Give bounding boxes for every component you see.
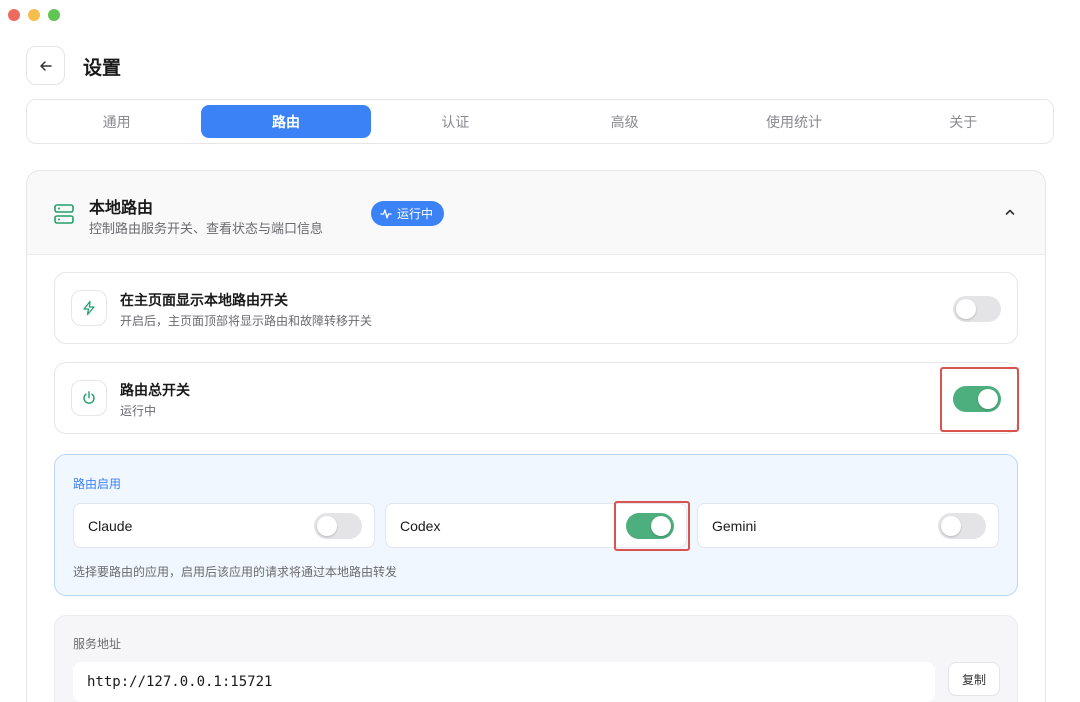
window-controls bbox=[8, 9, 60, 21]
routing-enable-hint: 选择要路由的应用，启用后该应用的请求将通过本地路由转发 bbox=[73, 565, 398, 579]
tab-advanced[interactable]: 高级 bbox=[540, 105, 709, 138]
gemini-toggle[interactable] bbox=[938, 513, 986, 539]
page-title: 设置 bbox=[83, 58, 122, 79]
show-toggle-row: 在主页面显示本地路由开关 开启后，主页面顶部将显示路由和故障转移开关 bbox=[54, 272, 1018, 344]
tab-general[interactable]: 通用 bbox=[32, 105, 201, 138]
tab-usage[interactable]: 使用统计 bbox=[709, 105, 878, 138]
local-routing-panel: 本地路由 控制路由服务开关、查看状态与端口信息 运行中 在主页面显示本地路由开关… bbox=[26, 170, 1046, 702]
tab-routing[interactable]: 路由 bbox=[201, 105, 371, 138]
claude-toggle[interactable] bbox=[314, 513, 362, 539]
lightning-icon bbox=[71, 290, 107, 326]
activity-icon bbox=[380, 208, 392, 219]
server-icon bbox=[54, 204, 74, 224]
master-switch-row: 路由总开关 运行中 bbox=[54, 362, 1018, 434]
zoom-window-button[interactable] bbox=[48, 9, 60, 21]
app-name: Codex bbox=[400, 518, 441, 534]
app-card-claude: Claude bbox=[73, 503, 375, 548]
routing-enable-section: 路由启用 Claude Codex Gemini 选择要路由的应用，启用后该应用… bbox=[54, 454, 1018, 596]
service-address-title: 服务地址 bbox=[73, 637, 122, 651]
chevron-up-icon[interactable] bbox=[1003, 205, 1017, 219]
show-toggle-title: 在主页面显示本地路由开关 bbox=[120, 292, 288, 308]
tab-about[interactable]: 关于 bbox=[879, 105, 1048, 138]
arrow-left-icon bbox=[39, 60, 52, 71]
app-name: Claude bbox=[88, 518, 133, 534]
back-button[interactable] bbox=[26, 46, 65, 85]
status-badge-label: 运行中 bbox=[397, 207, 434, 221]
app-name: Gemini bbox=[712, 518, 757, 534]
highlight-box bbox=[940, 367, 1019, 432]
show-toggle-subtitle: 开启后，主页面顶部将显示路由和故障转移开关 bbox=[120, 314, 373, 328]
service-address-section: 服务地址 http://127.0.0.1:15721 复制 bbox=[54, 615, 1018, 702]
master-switch-subtitle: 运行中 bbox=[120, 404, 157, 418]
routing-enable-title: 路由启用 bbox=[73, 477, 122, 491]
highlight-box bbox=[614, 501, 690, 551]
panel-header[interactable]: 本地路由 控制路由服务开关、查看状态与端口信息 运行中 bbox=[27, 171, 1045, 255]
copy-button[interactable]: 复制 bbox=[948, 662, 1000, 696]
app-card-gemini: Gemini bbox=[697, 503, 999, 548]
show-toggle-switch[interactable] bbox=[953, 296, 1001, 322]
service-address-field[interactable]: http://127.0.0.1:15721 bbox=[73, 662, 935, 702]
minimize-window-button[interactable] bbox=[28, 9, 40, 21]
status-badge: 运行中 bbox=[371, 201, 445, 226]
close-window-button[interactable] bbox=[8, 9, 20, 21]
master-switch-title: 路由总开关 bbox=[120, 382, 190, 398]
tab-bar: 通用 路由 认证 高级 使用统计 关于 bbox=[26, 99, 1054, 144]
power-icon bbox=[71, 380, 107, 416]
panel-subtitle: 控制路由服务开关、查看状态与端口信息 bbox=[89, 221, 324, 236]
panel-title: 本地路由 bbox=[89, 200, 154, 217]
tab-auth[interactable]: 认证 bbox=[371, 105, 540, 138]
